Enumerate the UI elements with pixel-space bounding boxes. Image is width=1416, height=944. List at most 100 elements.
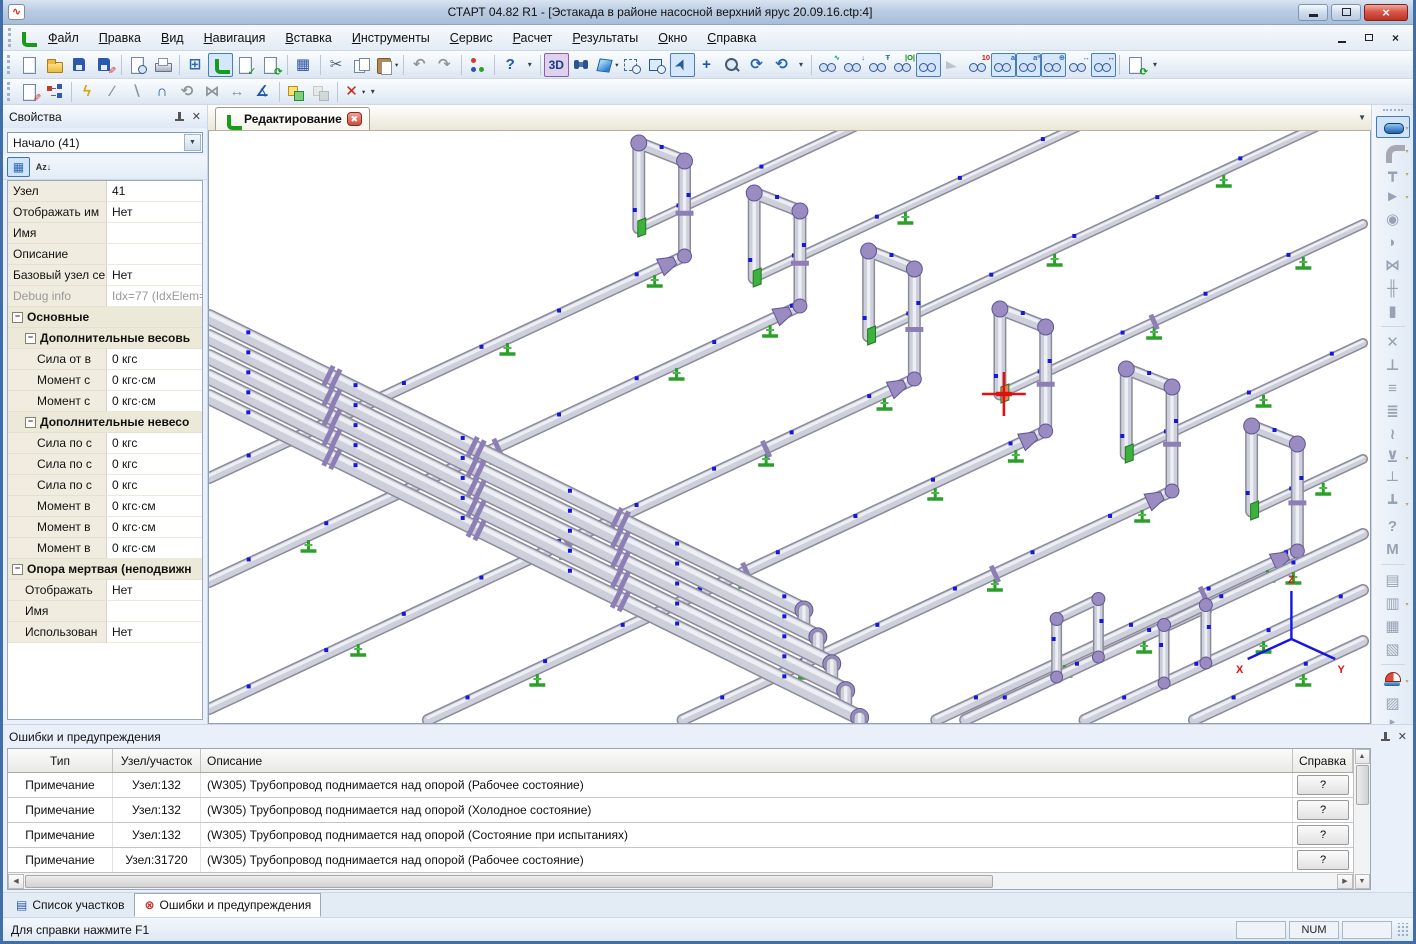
add-pipe-button[interactable]: ▾ — [1376, 116, 1410, 138]
add-hatch-button[interactable]: ▨ — [1376, 692, 1410, 714]
add-sliding-support-button[interactable]: ≡ — [1376, 377, 1410, 399]
rotate-view-button[interactable]: ⟳ — [745, 53, 770, 77]
menu-view[interactable]: Вид — [151, 27, 194, 49]
menu-calc[interactable]: Расчет — [503, 27, 563, 49]
menu-tools[interactable]: Инструменты — [342, 27, 440, 49]
property-value[interactable] — [107, 223, 202, 244]
print-preview-button[interactable] — [125, 53, 150, 77]
property-value[interactable]: 0 кгс·см — [107, 370, 202, 391]
help-button[interactable]: ? — [1297, 775, 1349, 795]
add-cap-button[interactable]: ◗ — [1376, 231, 1410, 253]
add-m-support-button[interactable]: M — [1376, 538, 1410, 560]
select-cursor-button[interactable]: ➤ — [670, 53, 695, 77]
menu-help[interactable]: Справка — [697, 27, 766, 49]
report-button[interactable] — [1124, 53, 1149, 77]
show-supports-button[interactable]: ↓ — [841, 53, 866, 77]
property-row[interactable]: Описание — [8, 244, 202, 265]
refresh-model-button[interactable] — [258, 53, 283, 77]
undo-button[interactable]: ↶ — [407, 53, 432, 77]
zoom-window-button[interactable] — [645, 53, 670, 77]
measure-button[interactable]: ↔ — [225, 80, 250, 104]
add-stand2-button[interactable]: ┻▾ — [1376, 492, 1410, 514]
menu-service[interactable]: Сервис — [440, 27, 503, 49]
property-value[interactable]: 41 — [107, 181, 202, 202]
property-row[interactable]: Основные — [8, 307, 202, 328]
add-reducer-button[interactable]: ►▾ — [1376, 185, 1410, 207]
find-button[interactable] — [569, 53, 594, 77]
menu-results[interactable]: Результаты — [562, 27, 648, 49]
add-stand-button[interactable]: ┴ — [1376, 469, 1410, 491]
rightbar-expander[interactable]: ▸ — [1376, 715, 1410, 724]
property-row[interactable]: Опора мертвая (неподвижн — [8, 559, 202, 580]
insert-loop-button[interactable]: ∩ — [150, 80, 175, 104]
new-file-button[interactable] — [17, 53, 42, 77]
toolbar-grip[interactable] — [7, 82, 13, 101]
column-node[interactable]: Узел/участок — [113, 749, 201, 772]
add-bend-button[interactable]: ▾ — [1376, 139, 1410, 161]
add-bellows-button[interactable]: ▤ — [1376, 569, 1410, 591]
close-button[interactable]: × — [1364, 4, 1408, 21]
property-row[interactable]: Сила от в0 кгс — [8, 349, 202, 370]
help-button[interactable]: ? — [1297, 825, 1349, 845]
view-cube-button[interactable]: ▾ — [594, 53, 619, 77]
property-row[interactable]: Дополнительные весовь — [8, 328, 202, 349]
menu-insert[interactable]: Вставка — [275, 27, 341, 49]
add-custom-support-button[interactable]: ? — [1376, 515, 1410, 537]
element-properties-button[interactable] — [17, 80, 42, 104]
restore-button[interactable] — [1331, 4, 1361, 21]
horizontal-scrollbar[interactable]: ◀ ▶ — [8, 872, 1353, 889]
table-row[interactable]: Примечание Узел:132 (W305) Трубопровод п… — [8, 823, 1353, 848]
insert-node-button[interactable]: ϟ — [75, 80, 100, 104]
show-fittings-button[interactable]: ⊕ — [1041, 53, 1066, 77]
property-value[interactable]: Нет — [107, 622, 202, 643]
property-row[interactable]: Сила по с0 кгс — [8, 454, 202, 475]
show-compensators-button[interactable]: |O| — [891, 53, 916, 77]
toolbar-overflow[interactable]: ▾ — [1149, 53, 1162, 77]
view-3d-button[interactable]: 3D — [544, 53, 569, 77]
show-labels-button[interactable]: aª — [1016, 53, 1041, 77]
scroll-right-icon[interactable]: ▶ — [1337, 874, 1353, 889]
property-row[interactable]: Дополнительные невесо — [8, 412, 202, 433]
add-coupling-button[interactable]: ▮ — [1376, 300, 1410, 322]
mdi-restore-button[interactable] — [1356, 29, 1381, 47]
property-value[interactable]: 0 кгс — [107, 454, 202, 475]
scroll-up-icon[interactable]: ▲ — [1355, 749, 1370, 764]
add-hanger-button[interactable]: ⊻▾ — [1376, 446, 1410, 468]
rotate-object-button[interactable]: ⟲ — [175, 80, 200, 104]
property-value[interactable]: 0 кгс — [107, 433, 202, 454]
angle-button[interactable]: ∡ — [250, 80, 275, 104]
mdi-close-button[interactable]: × — [1383, 29, 1408, 47]
property-value[interactable] — [107, 601, 202, 622]
menu-navigation[interactable]: Навигация — [194, 27, 276, 49]
property-value[interactable]: Idx=77 (IdxElem= — [107, 286, 202, 307]
tabstrip-overflow-icon[interactable]: ▼ — [1358, 113, 1366, 122]
property-value[interactable]: 0 кгс·см — [107, 391, 202, 412]
pan-button[interactable]: + — [695, 53, 720, 77]
close-icon[interactable]: ✕ — [192, 110, 201, 123]
show-axes-button[interactable]: ↔ — [1091, 53, 1116, 77]
table-row[interactable]: Примечание Узел:132 (W305) Трубопровод п… — [8, 773, 1353, 798]
save-button[interactable] — [67, 53, 92, 77]
paste-parameters-button[interactable] — [308, 80, 333, 104]
toolbar-grip[interactable] — [7, 55, 13, 74]
show-wedge-button[interactable] — [941, 53, 966, 77]
tab-errors-warnings[interactable]: ⊗ Ошибки и предупреждения — [134, 893, 321, 917]
property-value[interactable]: Нет — [107, 580, 202, 601]
scrollbar-thumb[interactable] — [1356, 765, 1369, 805]
toolbar-grip[interactable] — [8, 28, 14, 47]
check-model-button[interactable] — [233, 53, 258, 77]
property-row[interactable]: Момент в0 кгс·см — [8, 517, 202, 538]
property-row[interactable]: ИспользованНет — [8, 622, 202, 643]
toolbar-overflow[interactable]: ▾ — [795, 53, 808, 77]
property-row[interactable]: Момент с0 кгс·см — [8, 370, 202, 391]
toolbar-grip[interactable] — [1383, 109, 1403, 113]
property-value[interactable] — [107, 244, 202, 265]
spin-view-button[interactable]: ⟲ — [770, 53, 795, 77]
property-row[interactable]: Узел41 — [8, 181, 202, 202]
redo-button[interactable]: ↷ — [432, 53, 457, 77]
property-row[interactable]: Сила по с0 кгс — [8, 433, 202, 454]
menu-file[interactable]: Файл — [38, 27, 89, 49]
model-tree-button[interactable] — [42, 80, 67, 104]
paste-button[interactable]: ▾ — [374, 53, 399, 77]
column-help[interactable]: Справка — [1293, 749, 1353, 772]
